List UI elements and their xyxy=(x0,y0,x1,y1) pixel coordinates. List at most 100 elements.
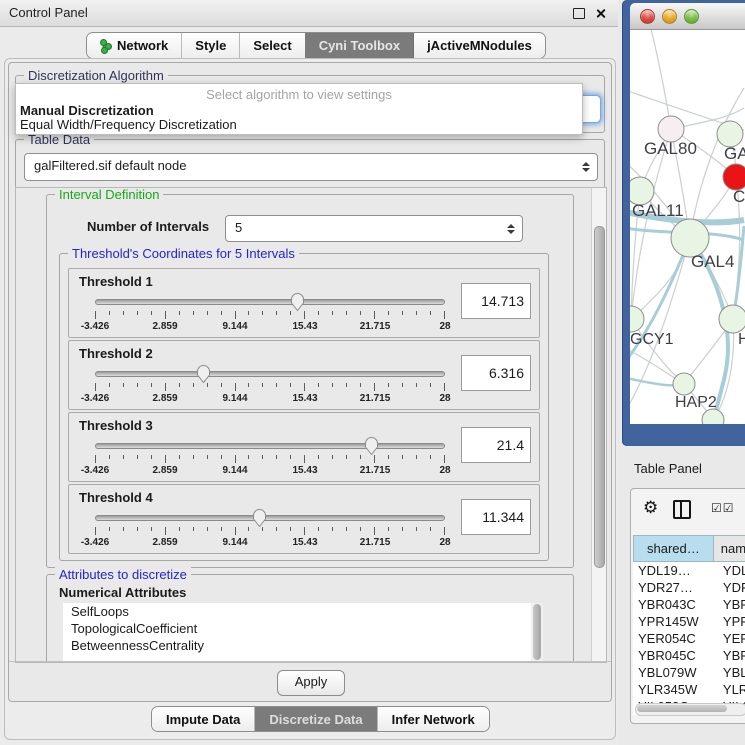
dropdown-option-manual-discretization[interactable]: Manual Discretization xyxy=(20,103,154,118)
control-panel-titlebar: Control Panel xyxy=(0,0,618,27)
cell[interactable]: YLR345W xyxy=(633,681,716,698)
network-node-label: GAL11 xyxy=(632,201,684,220)
float-window-icon[interactable] xyxy=(573,8,585,19)
tab-style[interactable]: Style xyxy=(181,33,239,58)
cell[interactable]: YBR045C xyxy=(633,647,716,664)
table-row[interactable]: YPR145WYPR1 xyxy=(633,613,745,630)
network-node[interactable] xyxy=(673,373,695,395)
list-item[interactable]: BetweennessCentrality xyxy=(63,637,543,654)
table-row[interactable]: YBR043CYBR0 xyxy=(633,596,745,613)
table-row[interactable]: YLR345WYLR3 xyxy=(633,681,745,698)
threshold-slider[interactable]: -3.4262.8599.14415.4321.71528 xyxy=(95,365,445,405)
slider-track[interactable] xyxy=(95,299,445,305)
numerical-attributes-list: SelfLoops TopologicalCoefficient Between… xyxy=(63,603,543,661)
tab-cyni-toolbox[interactable]: Cyni Toolbox xyxy=(305,33,413,58)
cell[interactable]: YPR1 xyxy=(716,613,745,630)
table-row[interactable]: YDR27…YDR2 xyxy=(633,579,745,596)
network-node-label: C xyxy=(733,187,745,206)
network-node[interactable] xyxy=(719,305,745,333)
slider-track[interactable] xyxy=(95,443,445,449)
tab-infer-network[interactable]: Infer Network xyxy=(377,707,489,731)
close-traffic-light-icon[interactable] xyxy=(640,9,655,24)
threshold-slider[interactable]: -3.4262.8599.14415.4321.71528 xyxy=(95,509,445,549)
slider-thumb-icon[interactable] xyxy=(290,292,305,312)
number-of-intervals-value: 5 xyxy=(226,216,522,240)
cell[interactable]: YBL0 xyxy=(716,664,745,681)
close-icon[interactable] xyxy=(595,8,606,19)
list-item[interactable]: SelfLoops xyxy=(63,603,543,620)
gear-icon[interactable]: ⚙ xyxy=(643,497,658,519)
select-columns-icon[interactable]: ☑☑ xyxy=(711,501,735,515)
slider-track[interactable] xyxy=(95,371,445,377)
tab-label: Select xyxy=(253,38,291,53)
dropdown-option-equal-width-frequency[interactable]: Equal Width/Frequency Discretization xyxy=(20,117,237,132)
apply-row: Apply xyxy=(9,661,611,702)
group-title: Attributes to discretize xyxy=(55,567,191,582)
slider-thumb-icon[interactable] xyxy=(364,436,379,456)
apply-button[interactable]: Apply xyxy=(277,670,345,696)
number-of-intervals-label: Number of Intervals xyxy=(87,219,209,234)
tab-label: Cyni Toolbox xyxy=(319,38,400,53)
cell[interactable]: YBR0 xyxy=(716,596,745,613)
table-row[interactable]: YBR045CYBR0 xyxy=(633,647,745,664)
threshold-value-field[interactable]: 6.316 xyxy=(461,355,531,391)
slider-tick-labels: -3.4262.8599.14415.4321.71528 xyxy=(95,465,445,476)
control-panel: Control Panel Network Style Select Cyni … xyxy=(0,0,618,745)
network-node[interactable] xyxy=(702,409,724,424)
table-row[interactable]: YBL079WYBL0 xyxy=(633,664,745,681)
threshold-value-field[interactable]: 21.4 xyxy=(461,427,531,463)
threshold-slider[interactable]: -3.4262.8599.14415.4321.71528 xyxy=(95,437,445,477)
cell[interactable]: YDR27… xyxy=(633,579,716,596)
tab-jactivemnodules[interactable]: jActiveMNodules xyxy=(413,33,545,58)
cell[interactable]: YDL19… xyxy=(633,562,716,579)
list-scrollbar[interactable] xyxy=(531,603,543,661)
threshold-label: Threshold 2 xyxy=(79,346,153,361)
zoom-traffic-light-icon[interactable] xyxy=(684,9,699,24)
list-item[interactable]: TopologicalCoefficient xyxy=(63,620,543,637)
cell[interactable]: YDR2 xyxy=(716,579,745,596)
vertical-scrollbar[interactable] xyxy=(591,188,606,662)
slider-thumb-icon[interactable] xyxy=(196,364,211,384)
cell[interactable]: YBL079W xyxy=(633,664,716,681)
cell[interactable]: YDL1 xyxy=(716,562,745,579)
cell[interactable]: YBR043C xyxy=(633,596,716,613)
network-edge[interactable] xyxy=(650,30,671,129)
control-panel-title: Control Panel xyxy=(0,5,88,20)
cell[interactable]: YER054C xyxy=(633,630,716,647)
network-node-label: GA xyxy=(724,144,745,163)
interval-definition-group: Interval Definition Number of Intervals … xyxy=(46,194,574,568)
threshold-slider[interactable]: -3.4262.8599.14415.4321.71528 xyxy=(95,293,445,333)
column-header-shared-name[interactable]: shared… xyxy=(634,536,714,561)
network-view-window[interactable]: GAL80GACGAL11GAL4GCY1HHAP2 xyxy=(622,0,745,446)
column-header-name[interactable]: name xyxy=(714,536,745,561)
network-canvas[interactable]: GAL80GACGAL11GAL4GCY1HHAP2 xyxy=(630,30,745,424)
cell[interactable]: YLR3 xyxy=(716,681,745,698)
tab-select[interactable]: Select xyxy=(239,33,304,58)
scrollbar-thumb[interactable] xyxy=(594,226,605,568)
slider-track[interactable] xyxy=(95,515,445,521)
threshold-value-field[interactable]: 11.344 xyxy=(461,499,531,535)
group-title: Interval Definition xyxy=(55,187,163,202)
threshold-label: Threshold 4 xyxy=(79,490,153,505)
table-row[interactable]: YDL19…YDL1 xyxy=(633,562,745,579)
network-window-titlebar[interactable] xyxy=(630,3,745,30)
cell[interactable]: YBR0 xyxy=(716,647,745,664)
split-view-icon[interactable] xyxy=(673,500,691,519)
table-data-combobox[interactable]: galFiltered.sif default node xyxy=(24,153,598,181)
tab-label: jActiveMNodules xyxy=(427,38,532,53)
tab-network[interactable]: Network xyxy=(87,33,181,58)
minimize-traffic-light-icon[interactable] xyxy=(662,9,677,24)
table-row[interactable]: YER054CYER0 xyxy=(633,630,745,647)
slider-thumb-icon[interactable] xyxy=(252,508,267,528)
cell[interactable]: YPR145W xyxy=(633,613,716,630)
dropdown-hint: Select algorithm to view settings xyxy=(16,87,582,102)
scrollbar-thumb[interactable] xyxy=(637,705,727,712)
cell[interactable]: YER0 xyxy=(716,630,745,647)
network-node-label: GAL4 xyxy=(691,252,734,271)
table-data-value: galFiltered.sif default node xyxy=(25,154,597,178)
tab-discretize-data[interactable]: Discretize Data xyxy=(254,707,376,731)
number-of-intervals-combobox[interactable]: 5 xyxy=(225,215,523,242)
horizontal-scrollbar[interactable] xyxy=(635,703,745,716)
threshold-value-field[interactable]: 14.713 xyxy=(461,283,531,319)
tab-impute-data[interactable]: Impute Data xyxy=(152,707,254,731)
